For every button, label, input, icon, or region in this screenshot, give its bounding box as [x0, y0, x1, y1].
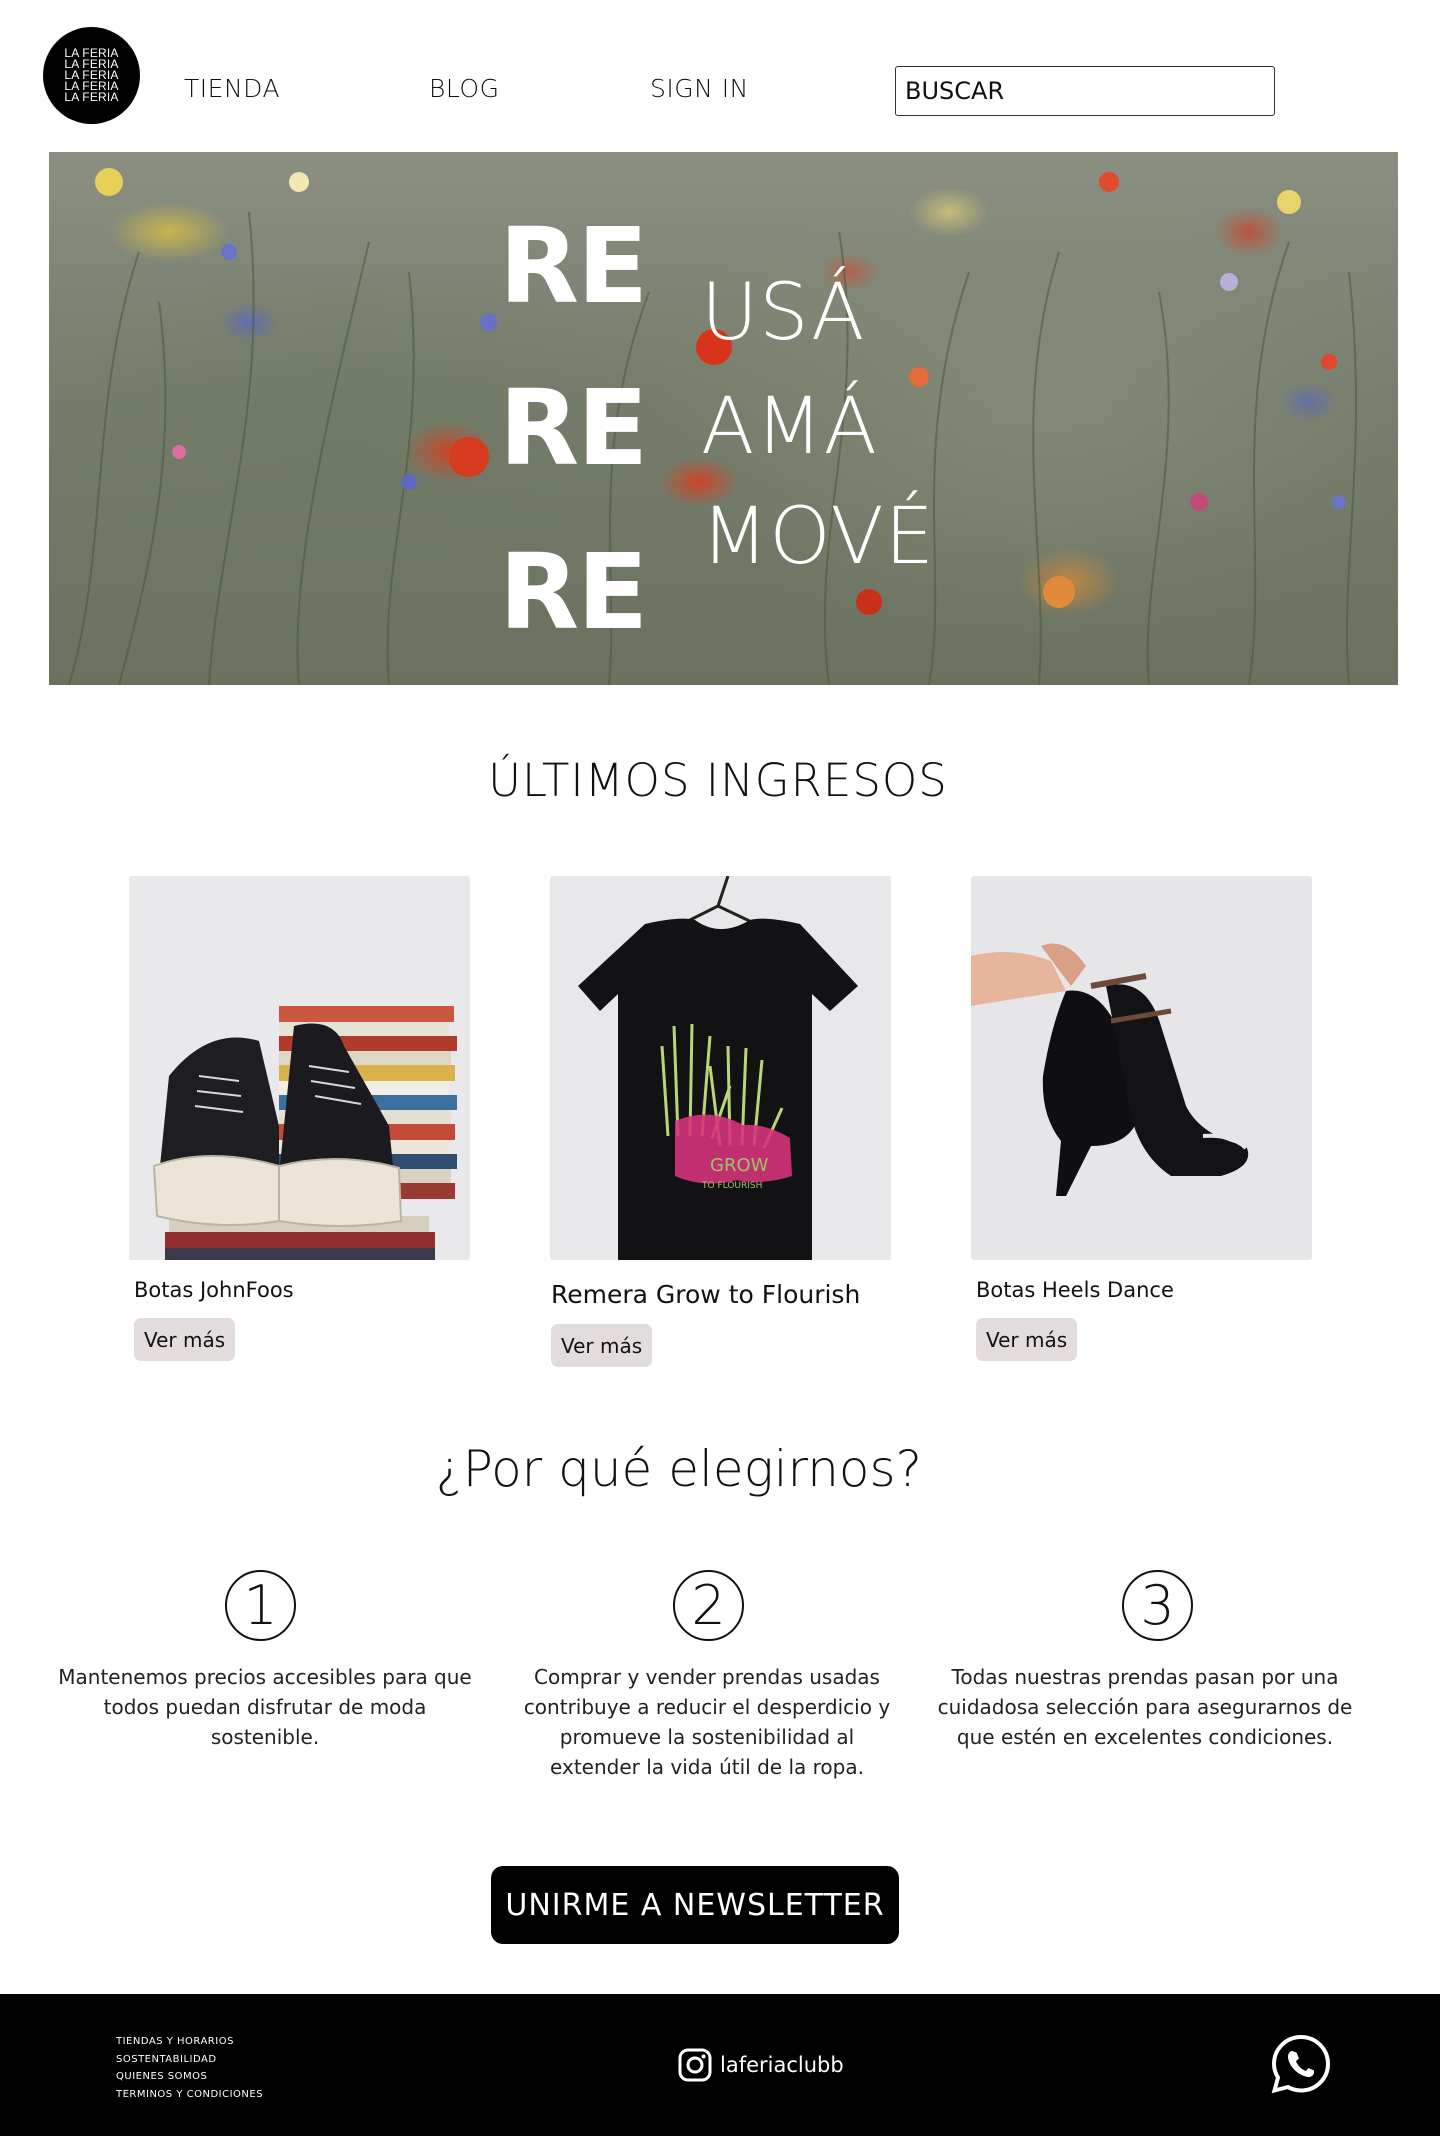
product-image-remera-grow[interactable]: GROW TO FLOURISH: [550, 876, 891, 1260]
reason-number-2: 2: [673, 1570, 744, 1641]
reason-text-2: Comprar y vender prendas usadas contribu…: [523, 1665, 891, 1779]
instagram-icon: [678, 2048, 712, 2082]
hero-word-ama: AMÁ: [701, 382, 879, 472]
reason-text-1: Mantenemos precios accesibles para que t…: [58, 1665, 472, 1749]
product-name[interactable]: Botas Heels Dance: [976, 1278, 1174, 1302]
footer-link-terminos[interactable]: TERMINOS Y CONDICIONES: [116, 2086, 263, 2104]
ver-mas-button[interactable]: Ver más: [976, 1318, 1078, 1361]
product-name[interactable]: Botas JohnFoos: [134, 1278, 294, 1302]
hero-word-move: MOVÉ: [701, 492, 935, 582]
footer-link-quienes-somos[interactable]: QUIENES SOMOS: [116, 2068, 263, 2086]
hero-re-2: RE: [499, 367, 648, 489]
footer-links: TIENDAS Y HORARIOS SOSTENTABILIDAD QUIEN…: [116, 2033, 263, 2103]
nav-tienda[interactable]: TIENDA: [184, 74, 280, 103]
reason-text-3: Todas nuestras prendas pasan por una cui…: [937, 1665, 1353, 1749]
product-image-botas-heels[interactable]: [971, 876, 1312, 1260]
heels-photo: [971, 876, 1312, 1260]
search-input[interactable]: [895, 66, 1275, 116]
footer-link-tiendas[interactable]: TIENDAS Y HORARIOS: [116, 2033, 263, 2051]
site-header: LA FERIA LA FERIA LA FERIA LA FERIA LA F…: [0, 0, 1440, 152]
instagram-handle[interactable]: laferiaclubb: [720, 2053, 844, 2077]
whatsapp-icon[interactable]: [1271, 2034, 1331, 2094]
brand-logo[interactable]: LA FERIA LA FERIA LA FERIA LA FERIA LA F…: [43, 27, 140, 124]
tshirt-print-flourish: TO FLOURISH: [701, 1181, 762, 1191]
hero-re-3: RE: [499, 531, 648, 653]
newsletter-button[interactable]: UNIRME A NEWSLETTER: [491, 1866, 899, 1944]
product-name[interactable]: Remera Grow to Flourish: [551, 1280, 860, 1309]
site-footer: TIENDAS Y HORARIOS SOSTENTABILIDAD QUIEN…: [0, 1994, 1440, 2136]
nav-sign-in[interactable]: SIGN IN: [650, 74, 749, 103]
nav-blog[interactable]: BLOG: [429, 74, 499, 103]
hero-banner: RE RE RE USÁ AMÁ MOVÉ: [49, 152, 1398, 685]
tshirt-photo: GROW TO FLOURISH: [550, 876, 891, 1260]
latest-title: ÚLTIMOS INGRESOS: [488, 754, 948, 807]
footer-link-sostenibilidad[interactable]: SOSTENTABILIDAD: [116, 2051, 263, 2069]
reason-number-3: 3: [1122, 1570, 1193, 1641]
instagram-link[interactable]: laferiaclubb: [678, 2048, 844, 2082]
product-image-botas-johnfoos[interactable]: [129, 876, 470, 1260]
ver-mas-button[interactable]: Ver más: [551, 1324, 653, 1367]
hero-re-1: RE: [499, 205, 648, 327]
sneakers-photo: [129, 876, 470, 1260]
ver-mas-button[interactable]: Ver más: [134, 1318, 236, 1361]
reason-number-1: 1: [225, 1570, 296, 1641]
hero-word-usa: USÁ: [701, 268, 866, 358]
logo-line: LA FERIA: [64, 90, 119, 104]
tshirt-print-grow: GROW: [710, 1155, 769, 1176]
why-title: ¿Por qué elegirnos?: [435, 1440, 923, 1498]
